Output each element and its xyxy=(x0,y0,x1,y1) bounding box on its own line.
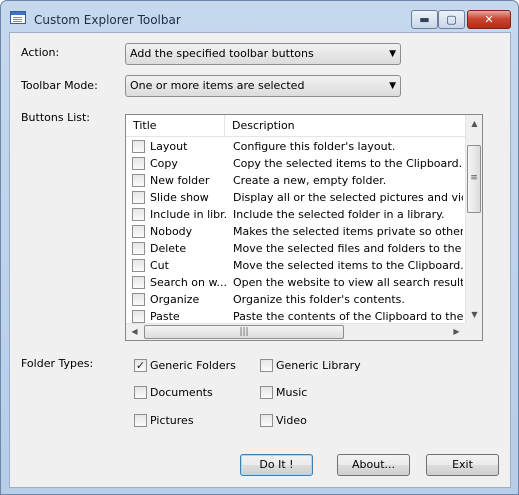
chevron-down-icon: ▼ xyxy=(389,49,396,59)
checkbox-label: Documents xyxy=(150,386,213,399)
list-item[interactable]: Organize Organize this folder's contents… xyxy=(126,291,465,308)
vertical-scrollbar[interactable]: ▲ ≡ ▼ xyxy=(465,115,482,323)
item-description: Makes the selected items private so othe… xyxy=(233,225,463,238)
scroll-left-arrow-icon[interactable]: ◀ xyxy=(126,324,143,340)
checkbox-box[interactable] xyxy=(260,386,273,399)
item-checkbox[interactable] xyxy=(132,293,145,306)
exit-button[interactable]: Exit xyxy=(426,454,499,476)
check-icon[interactable]: ✓ xyxy=(134,359,147,372)
checkbox-box[interactable] xyxy=(134,386,147,399)
scrollbar-corner xyxy=(465,323,482,340)
list-item[interactable]: Delete Move the selected files and folde… xyxy=(126,240,465,257)
title-bar[interactable]: Custom Explorer Toolbar ▬ ▢ ✕ xyxy=(1,1,518,31)
window-title: Custom Explorer Toolbar xyxy=(34,13,181,27)
listview-rows: Layout Configure this folder's layout. C… xyxy=(126,138,465,325)
checkbox-box[interactable] xyxy=(260,359,273,372)
close-button[interactable]: ✕ xyxy=(467,10,511,29)
item-description: Move the selected files and folders to t… xyxy=(233,242,463,255)
item-checkbox[interactable] xyxy=(132,225,145,238)
item-description: Display all or the selected pictures and… xyxy=(233,191,463,204)
item-description: Include the selected folder in a library… xyxy=(233,208,445,221)
item-description: Configure this folder's layout. xyxy=(233,140,396,153)
buttons-listview[interactable]: Title Description Layout Configure this … xyxy=(125,114,483,341)
list-item[interactable]: Nobody Makes the selected items private … xyxy=(126,223,465,240)
checkbox-box[interactable] xyxy=(134,414,147,427)
item-checkbox[interactable] xyxy=(132,174,145,187)
item-title: Search on w... xyxy=(150,276,226,289)
scroll-right-arrow-icon[interactable]: ▶ xyxy=(448,324,465,340)
list-item[interactable]: Cut Move the selected items to the Clipb… xyxy=(126,257,465,274)
horizontal-scrollbar[interactable]: ◀ ||| ▶ xyxy=(126,323,465,340)
toolbar-mode-dropdown-value: One or more items are selected xyxy=(130,79,305,92)
item-title: Include in libr... xyxy=(150,208,226,221)
do-it-button[interactable]: Do It ! xyxy=(240,454,313,476)
list-item[interactable]: Include in libr... Include the selected … xyxy=(126,206,465,223)
chevron-down-icon: ▼ xyxy=(389,81,396,91)
item-description: Create a new, empty folder. xyxy=(233,174,387,187)
column-header-description[interactable]: Description xyxy=(225,115,465,137)
folder-types-label: Folder Types: xyxy=(21,357,94,370)
minimize-button[interactable]: ▬ xyxy=(411,10,438,29)
window-app-icon xyxy=(10,11,26,24)
item-checkbox[interactable] xyxy=(132,140,145,153)
listview-header: Title Description xyxy=(126,115,465,137)
item-description: Open the website to view all search resu… xyxy=(233,276,463,289)
action-dropdown-value: Add the specified toolbar buttons xyxy=(130,47,314,60)
checkbox-label: Music xyxy=(276,386,308,399)
checkbox-label: Pictures xyxy=(150,414,194,427)
dialog-body: Action: Add the specified toolbar button… xyxy=(9,32,511,488)
item-title: Layout xyxy=(150,140,188,153)
checkbox-box[interactable] xyxy=(260,414,273,427)
item-description: Organize this folder's contents. xyxy=(233,293,405,306)
item-title: Copy xyxy=(150,157,178,170)
list-item[interactable]: Search on w... Open the website to view … xyxy=(126,274,465,291)
item-checkbox[interactable] xyxy=(132,310,145,323)
list-item[interactable]: Layout Configure this folder's layout. xyxy=(126,138,465,155)
column-header-title[interactable]: Title xyxy=(126,115,225,137)
item-title: Nobody xyxy=(150,225,193,238)
about-button[interactable]: About... xyxy=(337,454,410,476)
scroll-down-arrow-icon[interactable]: ▼ xyxy=(466,306,482,323)
item-checkbox[interactable] xyxy=(132,242,145,255)
buttons-list-label: Buttons List: xyxy=(21,111,91,124)
item-title: Organize xyxy=(150,293,200,306)
app-window: Custom Explorer Toolbar ▬ ▢ ✕ Action: Ad… xyxy=(0,0,519,495)
checkbox-label: Generic Folders xyxy=(150,359,236,372)
scroll-up-arrow-icon[interactable]: ▲ xyxy=(466,115,482,132)
item-description: Move the selected items to the Clipboard… xyxy=(233,259,463,272)
list-item[interactable]: New folder Create a new, empty folder. xyxy=(126,172,465,189)
action-label: Action: xyxy=(21,46,60,59)
item-checkbox[interactable] xyxy=(132,208,145,221)
item-title: New folder xyxy=(150,174,210,187)
item-checkbox[interactable] xyxy=(132,259,145,272)
checkbox-label: Video xyxy=(276,414,307,427)
toolbar-mode-label: Toolbar Mode: xyxy=(21,79,98,92)
horizontal-scroll-thumb[interactable]: ||| xyxy=(144,325,344,339)
action-dropdown[interactable]: Add the specified toolbar buttons ▼ xyxy=(125,43,401,65)
checkbox-label: Generic Library xyxy=(276,359,361,372)
maximize-button[interactable]: ▢ xyxy=(438,10,465,29)
item-title: Cut xyxy=(150,259,169,272)
list-item[interactable]: Copy Copy the selected items to the Clip… xyxy=(126,155,465,172)
item-checkbox[interactable] xyxy=(132,157,145,170)
toolbar-mode-dropdown[interactable]: One or more items are selected ▼ xyxy=(125,75,401,97)
item-checkbox[interactable] xyxy=(132,276,145,289)
vertical-scroll-thumb[interactable]: ≡ xyxy=(467,145,481,213)
item-checkbox[interactable] xyxy=(132,191,145,204)
item-description: Copy the selected items to the Clipboard… xyxy=(233,157,463,170)
item-title: Slide show xyxy=(150,191,209,204)
item-title: Delete xyxy=(150,242,187,255)
list-item[interactable]: Slide show Display all or the selected p… xyxy=(126,189,465,206)
